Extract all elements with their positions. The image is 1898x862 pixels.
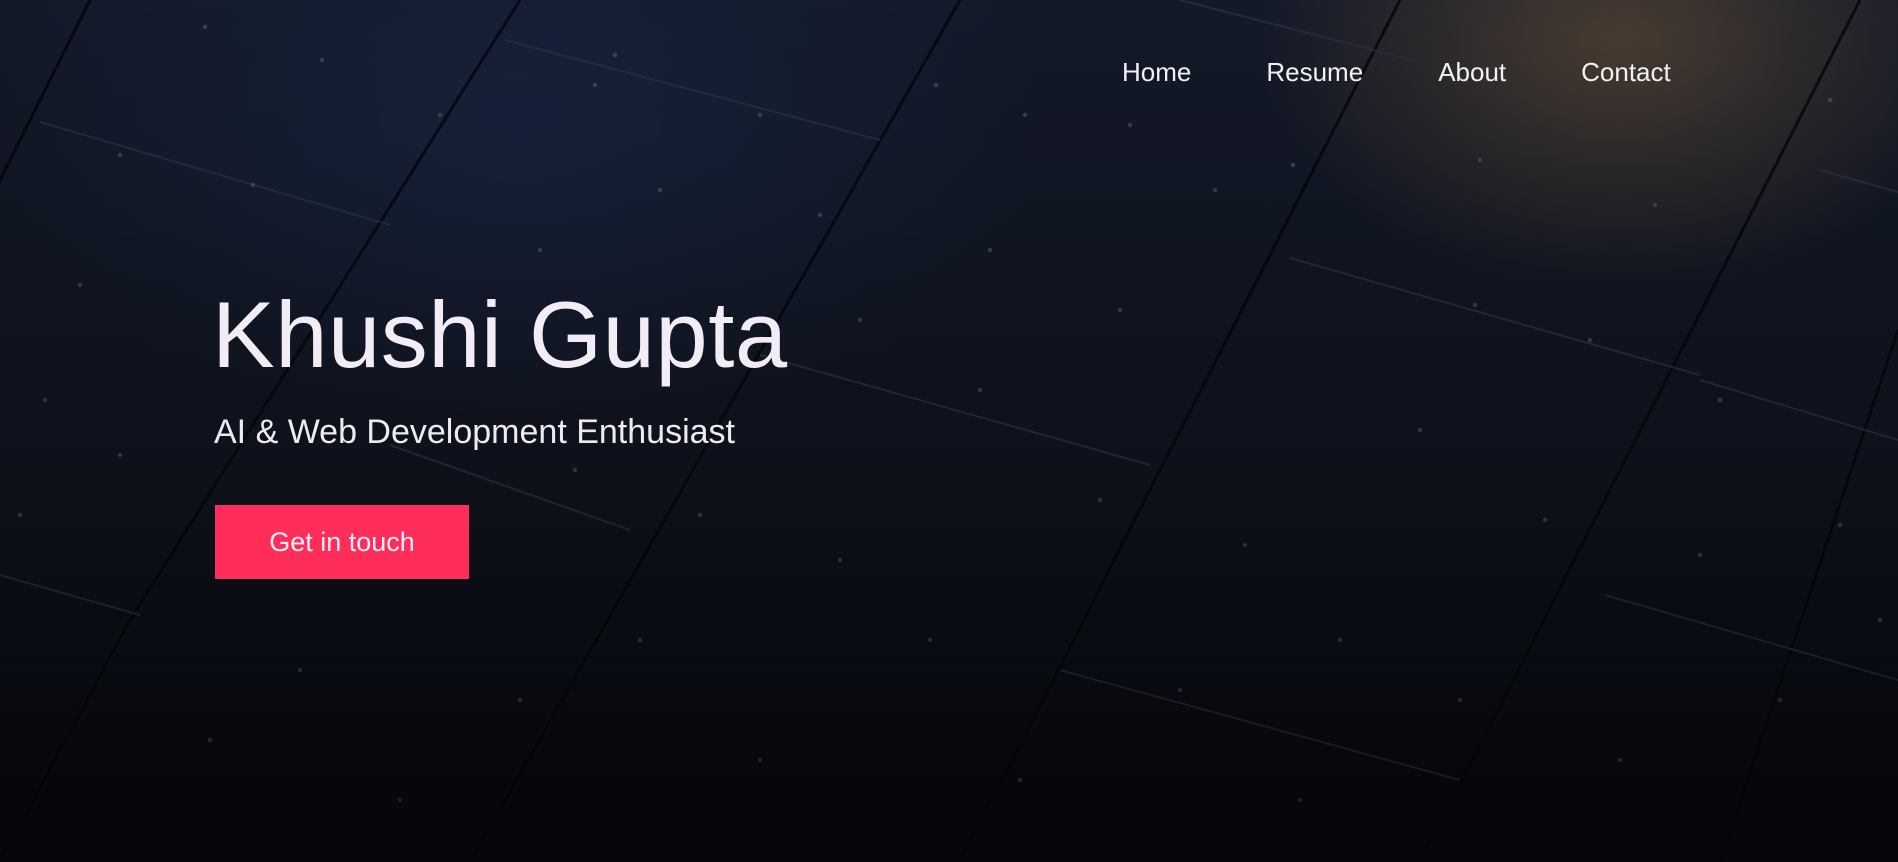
get-in-touch-button[interactable]: Get in touch bbox=[215, 505, 469, 579]
top-navigation: Home Resume About Contact bbox=[1122, 54, 1671, 90]
nav-link-resume[interactable]: Resume bbox=[1266, 54, 1363, 90]
nav-link-contact[interactable]: Contact bbox=[1581, 54, 1671, 90]
hero-name-title: Khushi Gupta bbox=[212, 282, 788, 387]
hero-section: Home Resume About Contact Khushi Gupta A… bbox=[0, 0, 1898, 862]
hero-tagline: AI & Web Development Enthusiast bbox=[214, 413, 735, 451]
nav-link-home[interactable]: Home bbox=[1122, 54, 1191, 90]
nav-link-about[interactable]: About bbox=[1438, 54, 1506, 90]
